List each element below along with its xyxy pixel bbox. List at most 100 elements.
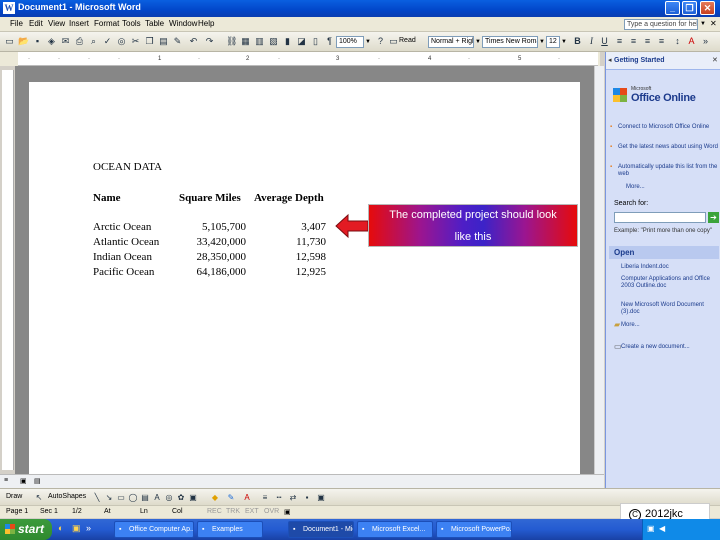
status-ext[interactable]: EXT <box>245 508 259 515</box>
outline-view-icon[interactable]: ▤ <box>34 477 41 485</box>
menu-window[interactable]: Window <box>169 19 197 28</box>
font-color-icon[interactable]: A <box>686 36 697 47</box>
menu-view[interactable]: View <box>48 19 65 28</box>
help-dropdown-icon[interactable]: ▼ <box>699 19 707 30</box>
open-folder-icon[interactable]: 📂 <box>18 36 29 47</box>
search-go-button[interactable]: ➔ <box>708 212 719 223</box>
recent-file[interactable]: Liberia Indent.doc <box>621 264 716 271</box>
search-input[interactable] <box>614 212 706 223</box>
quicklaunch-desktop-icon[interactable]: ▣ <box>72 523 81 534</box>
status-trk[interactable]: TRK <box>226 508 240 515</box>
start-button[interactable]: start <box>0 519 52 540</box>
permission-icon[interactable]: ◈ <box>46 36 57 47</box>
line-spacing-icon[interactable]: ↕ <box>672 36 683 47</box>
link-auto-update[interactable]: Automatically update this list from the … <box>610 164 718 178</box>
undo-icon[interactable]: ↶ <box>188 36 199 47</box>
spelling-status-icon[interactable]: ▣ <box>284 508 291 516</box>
zoom-dropdown-icon[interactable]: ▼ <box>364 36 372 48</box>
diagram-icon[interactable]: ◎ <box>164 492 174 503</box>
copy-icon[interactable]: ❐ <box>144 36 155 47</box>
align-right-icon[interactable]: ≡ <box>642 36 653 47</box>
spelling-icon[interactable]: ✓ <box>102 36 113 47</box>
line-icon[interactable]: ╲ <box>92 492 102 503</box>
menu-help[interactable]: Help <box>198 19 214 28</box>
italic-button[interactable]: I <box>586 36 597 47</box>
underline-button[interactable]: U <box>599 36 610 47</box>
help-question-input[interactable]: Type a question for help <box>624 19 698 30</box>
taskbar-item[interactable]: Microsoft Excel... <box>357 521 433 538</box>
hyperlink-icon[interactable]: ⛓ <box>226 36 237 47</box>
restore-button[interactable]: ❐ <box>682 1 697 15</box>
bold-button[interactable]: B <box>572 36 583 47</box>
justify-icon[interactable]: ≡ <box>656 36 667 47</box>
draw-menu[interactable]: Draw <box>6 493 22 500</box>
cut-icon[interactable]: ✂ <box>130 36 141 47</box>
line-color-icon[interactable]: ✎ <box>226 492 236 503</box>
research-icon[interactable]: ◎ <box>116 36 127 47</box>
show-hide-icon[interactable]: ¶ <box>324 36 335 47</box>
3d-icon[interactable]: ▣ <box>316 492 326 503</box>
close-button[interactable]: ✕ <box>700 1 715 15</box>
read-icon[interactable]: ▭ <box>388 36 399 47</box>
save-icon[interactable]: ▪ <box>32 36 43 47</box>
taskbar-item-active[interactable]: Document1 - Micr... <box>288 521 354 538</box>
clipart-icon[interactable]: ✿ <box>176 492 186 503</box>
quicklaunch-ie-icon[interactable]: ◐ <box>58 523 63 533</box>
menu-edit[interactable]: Edit <box>29 19 43 28</box>
tables-borders-icon[interactable]: ▦ <box>240 36 251 47</box>
document-page[interactable]: OCEAN DATA Name Square Miles Average Dep… <box>29 82 580 477</box>
draw-font-color-icon[interactable]: A <box>242 492 252 503</box>
insert-excel-icon[interactable]: ▧ <box>268 36 279 47</box>
task-pane-close-icon[interactable]: ✕ <box>712 56 718 64</box>
font-size-select[interactable]: 12 <box>546 36 560 48</box>
align-center-icon[interactable]: ≡ <box>628 36 639 47</box>
rectangle-icon[interactable]: ▭ <box>116 492 126 503</box>
horizontal-scrollbar[interactable]: ≡ ▣ ▤ <box>0 474 604 488</box>
font-select[interactable]: Times New Roman <box>482 36 538 48</box>
link-latest-news[interactable]: Get the latest news about using Word <box>610 144 718 151</box>
document-map-icon[interactable]: ▯ <box>310 36 321 47</box>
quicklaunch-more-icon[interactable]: » <box>86 523 91 533</box>
link-more-files[interactable]: More... <box>621 322 716 329</box>
taskbar-item[interactable]: Office Computer Ap... <box>114 521 194 538</box>
menu-format[interactable]: Format <box>94 19 119 28</box>
menu-tools[interactable]: Tools <box>122 19 141 28</box>
taskbar-item[interactable]: Microsoft PowerPo... <box>436 521 512 538</box>
menu-insert[interactable]: Insert <box>69 19 89 28</box>
minimize-button[interactable]: _ <box>665 1 680 15</box>
normal-view-icon[interactable]: ≡ <box>4 477 8 484</box>
arrow-style-icon[interactable]: ⇄ <box>288 492 298 503</box>
line-style-icon[interactable]: ≡ <box>260 492 270 503</box>
tray-volume-icon[interactable]: ◀ <box>659 524 665 533</box>
recent-file[interactable]: Computer Applications and Office 2003 Ou… <box>621 276 716 290</box>
redo-icon[interactable]: ↷ <box>204 36 215 47</box>
font-dropdown-icon[interactable]: ▼ <box>538 36 546 48</box>
horizontal-ruler[interactable]: · · · · 1 · 2 · 3 · 4 · 5 · <box>18 52 598 66</box>
format-painter-icon[interactable]: ✎ <box>172 36 183 47</box>
columns-icon[interactable]: ▮ <box>282 36 293 47</box>
read-button[interactable]: Read <box>399 37 416 44</box>
picture-icon[interactable]: ▣ <box>188 492 198 503</box>
task-pane-title[interactable]: Getting Started <box>614 57 665 64</box>
fill-color-icon[interactable]: ◆ <box>210 492 220 503</box>
link-more-online[interactable]: More... <box>626 184 645 190</box>
font-size-dropdown-icon[interactable]: ▼ <box>560 36 568 48</box>
style-dropdown-icon[interactable]: ▼ <box>474 36 482 48</box>
print-layout-icon[interactable]: ▣ <box>20 477 27 485</box>
email-icon[interactable]: ✉ <box>60 36 71 47</box>
insert-table-icon[interactable]: ▥ <box>254 36 265 47</box>
autoshapes-menu[interactable]: AutoShapes <box>48 493 86 500</box>
back-icon[interactable]: ◂ <box>608 56 612 64</box>
textbox-icon[interactable]: ▤ <box>140 492 150 503</box>
wordart-icon[interactable]: A <box>152 492 162 503</box>
style-select[interactable]: Normal + Right <box>428 36 474 48</box>
new-document-icon[interactable]: ▭ <box>4 36 15 47</box>
print-preview-icon[interactable]: ⌕ <box>88 36 99 47</box>
word-app-icon[interactable]: W <box>3 2 15 14</box>
shadow-icon[interactable]: ▪ <box>302 492 312 503</box>
dash-style-icon[interactable]: ┅ <box>274 492 284 503</box>
tray-network-icon[interactable]: ▣ <box>647 524 655 533</box>
status-rec[interactable]: REC <box>207 508 222 515</box>
select-objects-icon[interactable]: ↖ <box>34 492 44 503</box>
vertical-ruler[interactable] <box>2 70 14 470</box>
